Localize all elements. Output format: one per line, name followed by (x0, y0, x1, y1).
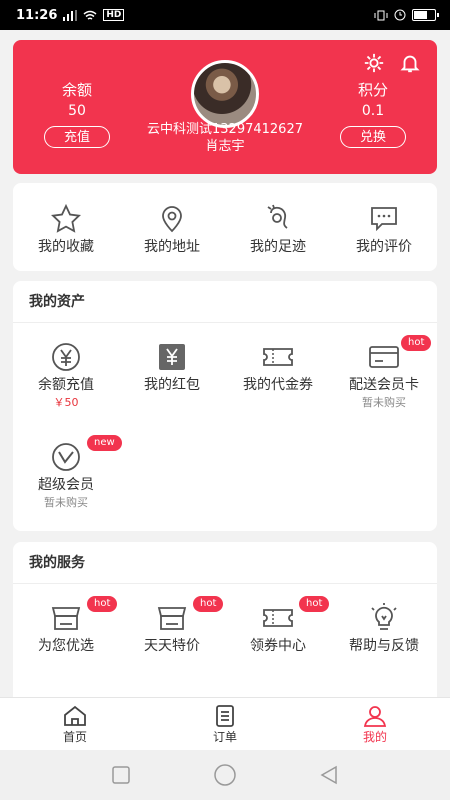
balance-value: 50 (68, 103, 86, 119)
asset-label: 我的代金券 (243, 377, 313, 393)
hot-badge: hot (87, 596, 118, 612)
asset-label: 超级会员 (38, 477, 94, 493)
vibrate-icon (374, 10, 388, 20)
wifi-icon (83, 10, 97, 20)
hot-badge: hot (401, 335, 432, 351)
system-nav (0, 750, 450, 800)
hot-badge: hot (299, 596, 330, 612)
asset-label: 配送会员卡 (349, 377, 419, 393)
balance-label: 余额 (61, 81, 92, 99)
quick-item-label: 我的收藏 (38, 239, 94, 255)
quick-item-label: 我的评价 (356, 239, 412, 255)
nav-home[interactable]: 首页 (0, 698, 150, 750)
services-section: 我的服务 hot 为您优选 hot 天天特价 hot 领券中心 帮助与反馈 (13, 542, 437, 722)
hd-indicator: HD (103, 9, 125, 21)
quick-item-label: 我的地址 (144, 239, 200, 255)
card-icon (369, 346, 399, 368)
location-icon (162, 206, 182, 233)
assets-title: 我的资产 (13, 281, 437, 323)
asset-status: 暂未购买 (362, 396, 406, 409)
points-label: 积分 (357, 81, 388, 99)
settings-icon[interactable] (363, 52, 385, 74)
footprint-icon (267, 204, 288, 229)
order-icon (216, 705, 234, 727)
status-time: 11:26 (16, 7, 58, 23)
back-icon[interactable] (319, 765, 339, 785)
quick-item-label: 我的足迹 (250, 239, 306, 255)
status-bar: 11:26 HD (0, 0, 450, 30)
nav-mine[interactable]: 我的 (300, 698, 450, 750)
points-value: 0.1 (361, 103, 385, 119)
service-label: 为您优选 (38, 638, 94, 654)
asset-label: 余额充值 (38, 377, 94, 393)
quick-item-reviews[interactable]: 我的评价 (331, 183, 437, 271)
service-label: 帮助与反馈 (349, 638, 419, 654)
profile-header: 余额 50 充值 云中科测试13297412627 肖志宇 积分 0.1 兑换 (13, 40, 437, 174)
quick-item-address[interactable]: 我的地址 (119, 183, 225, 271)
nav-label: 首页 (62, 730, 87, 744)
vip-icon (52, 443, 80, 471)
bulb-icon (371, 603, 397, 630)
asset-item-voucher[interactable]: 我的代金券 (225, 341, 331, 441)
points-block: 积分 0.1 兑换 (338, 80, 408, 148)
quick-item-footprint[interactable]: 我的足迹 (225, 183, 331, 271)
star-icon (51, 203, 81, 233)
recents-icon[interactable] (111, 765, 131, 785)
home-circle-icon[interactable] (213, 763, 237, 787)
home-icon (64, 705, 86, 726)
quick-actions: 我的收藏 我的地址 我的足迹 我的评价 (13, 183, 437, 271)
assets-section: 我的资产 余额充值 ￥50 我的红包 我的代金券 hot 配送会员卡 暂未购买 … (13, 281, 437, 531)
new-badge: new (87, 435, 122, 451)
alarm-icon (394, 9, 406, 21)
asset-label: 我的红包 (144, 377, 200, 393)
asset-item-delivery-card[interactable]: hot 配送会员卡 暂未购买 (331, 335, 437, 441)
hot-badge: hot (193, 596, 224, 612)
exchange-button[interactable]: 兑换 (340, 126, 406, 148)
service-item-coupon-center[interactable]: hot 领券中心 (225, 596, 331, 692)
battery-icon (412, 9, 439, 21)
yen-coin-icon (52, 343, 80, 371)
comment-icon (371, 207, 397, 232)
bell-icon[interactable] (399, 52, 421, 74)
service-item-help[interactable]: 帮助与反馈 (331, 602, 437, 692)
asset-item-recharge[interactable]: 余额充值 ￥50 (13, 341, 119, 441)
quick-item-favorites[interactable]: 我的收藏 (13, 183, 119, 271)
user-icon (363, 706, 387, 727)
asset-balance: ￥50 (53, 396, 79, 409)
asset-item-super-vip[interactable]: new 超级会员 暂未购买 (13, 435, 122, 541)
avatar[interactable] (191, 60, 259, 128)
red-packet-icon (159, 344, 185, 370)
services-title: 我的服务 (13, 542, 437, 584)
ticket-icon (263, 609, 293, 627)
service-label: 天天特价 (144, 638, 200, 654)
nav-orders[interactable]: 订单 (150, 698, 300, 750)
service-label: 领券中心 (250, 638, 306, 654)
nav-label: 订单 (212, 730, 237, 744)
service-item-recommend[interactable]: hot 为您优选 (13, 596, 119, 692)
bottom-nav: 首页 订单 我的 (0, 697, 450, 750)
asset-item-red-packet[interactable]: 我的红包 (119, 341, 225, 441)
service-item-daily-deals[interactable]: hot 天天特价 (119, 596, 225, 692)
shop-icon (51, 607, 81, 630)
shop-icon (157, 607, 187, 630)
voucher-icon (263, 348, 293, 366)
nav-label: 我的 (362, 730, 387, 744)
asset-status: 暂未购买 (44, 496, 88, 509)
signal-icon (63, 9, 78, 21)
